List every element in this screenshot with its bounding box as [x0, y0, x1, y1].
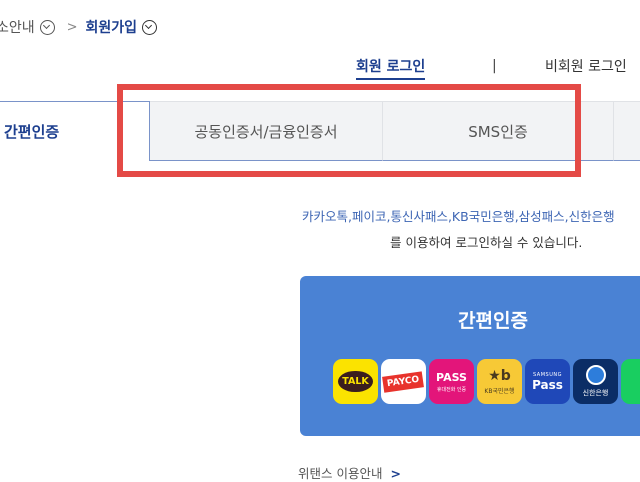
- breadcrumb-previous[interactable]: 소안내: [0, 17, 35, 37]
- kakao-label: TALK: [338, 370, 373, 393]
- green-app-icon[interactable]: [621, 359, 640, 404]
- member-login-link[interactable]: 회원 로그인: [356, 56, 426, 80]
- pass-label: PASS: [436, 370, 467, 384]
- nonmember-login-link[interactable]: 비회원 로그인: [545, 56, 627, 76]
- panel-title: 간편인증: [458, 310, 528, 332]
- tab-overflow[interactable]: [614, 101, 640, 161]
- pass-sublabel: 휴대전화 인증: [436, 386, 467, 393]
- description-providers: 카카오톡,페이코,통신사패스,KB국민은행,삼성패스,신한은행: [302, 209, 615, 224]
- usage-guide-label: 위탠스 이용안내: [298, 466, 383, 481]
- simple-auth-panel: 간편인증 TALK PAYCO PASS 휴대전화 인증 ★b KB국민은행 S…: [300, 276, 640, 436]
- kb-sublabel: KB국민은행: [484, 388, 515, 395]
- auth-tabs: 간편인증 공동인증서/금융인증서 SMS인증: [0, 101, 640, 161]
- payco-icon[interactable]: PAYCO: [381, 359, 426, 404]
- tab-simple-auth[interactable]: 간편인증: [0, 101, 150, 161]
- payco-label: PAYCO: [382, 370, 425, 393]
- shinhan-logo: [585, 365, 606, 385]
- tab-certificate[interactable]: 공동인증서/금융인증서: [150, 101, 383, 161]
- breadcrumb-current[interactable]: 회원가입: [86, 17, 138, 37]
- pass-icon[interactable]: PASS 휴대전화 인증: [429, 359, 474, 404]
- divider: |: [492, 58, 497, 74]
- chevron-down-icon[interactable]: [142, 19, 158, 35]
- shinhan-label: 신한은행: [582, 389, 609, 397]
- chevron-down-icon[interactable]: [39, 19, 55, 35]
- samsung-pass-label: Pass: [532, 377, 563, 392]
- description-text: 를 이용하여 로그인하실 수 있습니다.: [390, 235, 583, 250]
- usage-guide-link[interactable]: 위탠스 이용안내 >: [298, 463, 401, 482]
- chevron-right-icon: >: [66, 19, 78, 35]
- shinhan-icon[interactable]: 신한은행: [573, 359, 618, 404]
- kb-label: ★b: [488, 368, 511, 384]
- kb-icon[interactable]: ★b KB국민은행: [477, 359, 522, 404]
- kakao-talk-icon[interactable]: TALK: [333, 359, 378, 404]
- breadcrumb: 소안내 > 회원가입: [0, 16, 158, 38]
- samsung-pass-icon[interactable]: SAMSUNG Pass: [525, 359, 570, 404]
- chevron-right-icon: >: [390, 466, 401, 481]
- tab-sms[interactable]: SMS인증: [383, 101, 614, 161]
